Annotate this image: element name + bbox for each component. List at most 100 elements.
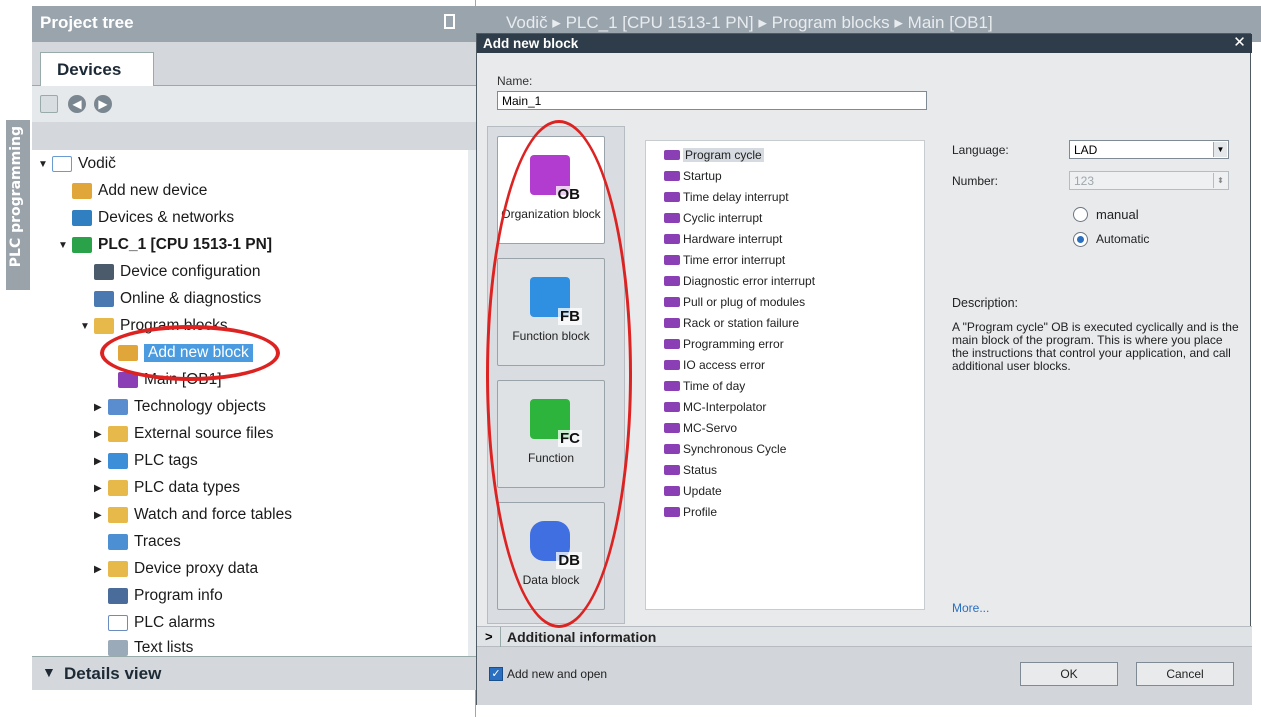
breadcrumb-path: Vodič ▸ PLC_1 [CPU 1513-1 PN] ▸ Program … [506, 13, 993, 32]
cancel-button[interactable]: Cancel [1136, 662, 1234, 686]
collapsed-icon[interactable]: ▶ [94, 483, 108, 494]
ob-icon [664, 506, 680, 517]
tree-item-devices-networks[interactable]: Devices & networks [72, 205, 234, 231]
ob-icon [664, 422, 680, 433]
tree-item-traces[interactable]: Traces [108, 529, 181, 555]
program-info-icon [108, 588, 128, 604]
highlight-ellipse [486, 120, 632, 628]
details-view-bar[interactable]: ▼ Details view [32, 656, 476, 690]
tree-item-plc-alarms[interactable]: PLC alarms [108, 610, 215, 636]
tree-item-label: Device configuration [120, 263, 261, 280]
project-tree-tabbar: Devices [32, 42, 476, 86]
source-files-icon [108, 426, 128, 442]
list-item[interactable]: IO access error [664, 355, 765, 374]
tree-item-external-source-files[interactable]: ▶ External source files [94, 421, 274, 447]
additional-information-bar[interactable]: > Additional information [477, 626, 1252, 647]
tree-item-label: PLC data types [134, 479, 240, 496]
tree-item-program-info[interactable]: Program info [108, 583, 223, 609]
expanded-icon[interactable]: ▼ [38, 159, 52, 170]
dialog-title: Add new block [477, 34, 1252, 53]
tree-item-label: PLC alarms [134, 614, 215, 631]
list-item[interactable]: Profile [664, 502, 717, 521]
chevron-down-icon[interactable]: ▼ [1213, 142, 1227, 157]
block-name-input[interactable] [497, 91, 927, 110]
collapsed-icon[interactable]: ▶ [94, 456, 108, 467]
details-view-title: Details view [64, 664, 162, 683]
list-item[interactable]: MC-Interpolator [664, 397, 766, 416]
tree-item-plc-tags[interactable]: ▶ PLC tags [94, 448, 198, 474]
tree-item-project[interactable]: ▼ Vodič [38, 151, 116, 177]
list-item[interactable]: Program cycle [664, 145, 764, 164]
list-item[interactable]: Synchronous Cycle [664, 439, 786, 458]
chevron-right-icon[interactable]: > [485, 629, 493, 644]
list-item[interactable]: Time delay interrupt [664, 187, 789, 206]
new-item-icon[interactable] [40, 95, 58, 113]
number-field: 123 ⬍ [1069, 171, 1229, 190]
list-item[interactable]: Status [664, 460, 717, 479]
expanded-icon[interactable]: ▼ [58, 240, 72, 251]
tree-item-plc[interactable]: ▼ PLC_1 [CPU 1513-1 PN] [58, 232, 272, 258]
close-icon[interactable]: ✕ [1231, 34, 1248, 52]
list-item[interactable]: Update [664, 481, 722, 500]
more-link[interactable]: More... [952, 601, 989, 615]
plc-programming-tab[interactable]: PLC programming [6, 120, 30, 290]
language-value: LAD [1074, 143, 1098, 157]
tab-devices[interactable]: Devices [40, 52, 154, 86]
ok-button[interactable]: OK [1020, 662, 1118, 686]
tree-item-device-configuration[interactable]: Device configuration [94, 259, 260, 285]
automatic-radio[interactable] [1073, 232, 1088, 247]
add-new-and-open-checkbox[interactable]: ✓ [489, 667, 503, 681]
plc-icon [72, 237, 92, 253]
manual-label: manual [1096, 207, 1139, 222]
tree-item-label: Watch and force tables [134, 506, 292, 523]
collapsed-icon[interactable]: ▶ [94, 429, 108, 440]
description-label: Description: [952, 296, 1018, 310]
highlight-ellipse [100, 325, 280, 381]
tree-item-device-proxy-data[interactable]: ▶ Device proxy data [94, 556, 258, 582]
tree-item-add-new-device[interactable]: Add new device [72, 178, 207, 204]
project-icon [52, 156, 72, 172]
chevron-down-icon[interactable]: ▼ [42, 664, 56, 680]
tree-scrollbar[interactable] [468, 150, 476, 656]
list-item[interactable]: MC-Servo [664, 418, 737, 437]
tree-item-label: PLC tags [134, 452, 198, 469]
ob-icon [664, 359, 680, 370]
language-select[interactable]: LAD ▼ [1069, 140, 1229, 159]
expanded-icon[interactable]: ▼ [80, 321, 94, 332]
list-item[interactable]: Cyclic interrupt [664, 208, 762, 227]
network-icon [72, 210, 92, 226]
tree-item-online-diagnostics[interactable]: Online & diagnostics [94, 286, 261, 312]
manual-radio[interactable] [1073, 207, 1088, 222]
divider [500, 627, 501, 647]
collapsed-icon[interactable]: ▶ [94, 564, 108, 575]
list-item[interactable]: Time of day [664, 376, 745, 395]
tree-item-label: Add new device [98, 182, 208, 199]
tree-item-label: External source files [134, 425, 274, 442]
forward-icon[interactable]: ▶ [94, 95, 112, 113]
ob-icon [664, 464, 680, 475]
spinner-icon: ⬍ [1213, 173, 1227, 188]
tree-item-watch-force-tables[interactable]: ▶ Watch and force tables [94, 502, 292, 528]
ob-icon [664, 338, 680, 349]
list-item[interactable]: Startup [664, 166, 722, 185]
tree-item-label: Device proxy data [134, 560, 259, 577]
list-item[interactable]: Pull or plug of modules [664, 292, 805, 311]
back-icon[interactable]: ◀ [68, 95, 86, 113]
ob-icon [664, 275, 680, 286]
collapsed-icon[interactable]: ▶ [94, 402, 108, 413]
list-item[interactable]: Hardware interrupt [664, 229, 782, 248]
tree-item-plc-data-types[interactable]: ▶ PLC data types [94, 475, 240, 501]
tree-item-label: Text lists [134, 639, 194, 656]
text-lists-icon [108, 640, 128, 656]
number-label: Number: [952, 174, 999, 188]
tree-item-label: Technology objects [134, 398, 266, 415]
list-item[interactable]: Rack or station failure [664, 313, 799, 332]
tree-item-technology-objects[interactable]: ▶ Technology objects [94, 394, 266, 420]
tree-spacer [32, 122, 476, 150]
list-item[interactable]: Time error interrupt [664, 250, 785, 269]
automatic-label: Automatic [1096, 232, 1150, 246]
collapsed-icon[interactable]: ▶ [94, 510, 108, 521]
list-item[interactable]: Programming error [664, 334, 784, 353]
list-item[interactable]: Diagnostic error interrupt [664, 271, 815, 290]
panel-toggle-icon[interactable] [444, 14, 455, 29]
